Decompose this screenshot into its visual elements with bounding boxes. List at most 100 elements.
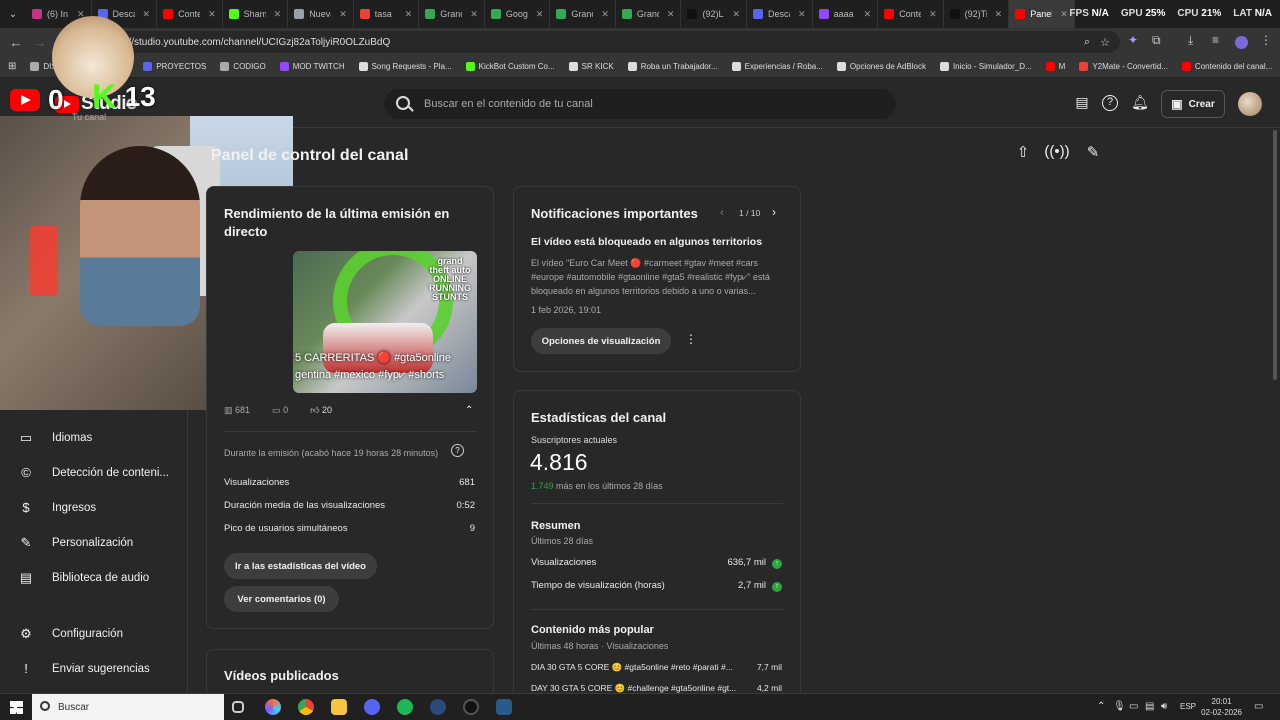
sidebar-item-3[interactable]: ✎ Personalización — [0, 526, 188, 560]
system-clock[interactable]: 20:01 02-02-2026 — [1201, 696, 1242, 718]
bookmark-item[interactable]: KickBot Custom Co... — [465, 62, 555, 71]
tab-close-icon[interactable]: ✕ — [274, 9, 282, 20]
create-button[interactable]: ▣ Crear — [1161, 90, 1225, 118]
url-bar[interactable]: ⚙ https://studio.youtube.com/channel/UCI… — [80, 31, 1120, 53]
bookmark-item[interactable]: SR KICK — [568, 62, 614, 71]
language-indicator[interactable]: ESP — [1180, 702, 1196, 711]
browser-tab[interactable]: aaaa ✕ — [813, 0, 879, 28]
steam-icon[interactable] — [430, 699, 446, 715]
sidebar-item-6[interactable]: ! Enviar sugerencias — [0, 652, 188, 686]
tab-close-icon[interactable]: ✕ — [995, 9, 1003, 20]
tab-close-icon[interactable]: ✕ — [208, 9, 216, 20]
browser-tab[interactable]: (92)Ti ✕ — [944, 0, 1010, 28]
bookmark-item[interactable]: Y2Mate - Convertid... — [1079, 62, 1168, 71]
bookmark-item[interactable]: Experiencias / Roba... — [731, 62, 823, 71]
extensions-icon[interactable]: ⧉ — [1152, 33, 1161, 48]
bookmark-item[interactable]: CODIGO — [220, 62, 266, 71]
task-view-icon[interactable] — [232, 701, 244, 713]
notifications-bell-icon[interactable]: 🔔︎ — [1131, 94, 1149, 112]
tab-close-icon[interactable]: ✕ — [601, 9, 609, 20]
bookmark-item[interactable]: Inicio - Simulador_D... — [939, 62, 1032, 71]
discord-icon[interactable] — [364, 699, 380, 715]
bookmark-item[interactable]: PROYECTOS — [143, 62, 206, 71]
browser-menu-icon[interactable]: ⋮ — [1260, 33, 1272, 47]
profile-icon[interactable] — [1235, 36, 1248, 49]
file-explorer-icon[interactable] — [331, 699, 347, 715]
prev-notification-button[interactable]: ‹ — [720, 205, 724, 219]
network-icon[interactable]: ▤ — [1145, 701, 1154, 712]
taskbar-search[interactable]: Buscar — [32, 694, 224, 720]
bookmark-item[interactable]: MOD TWITCH — [279, 62, 345, 71]
tab-close-icon[interactable]: ✕ — [405, 9, 413, 20]
sidebar-item-1[interactable]: © Detección de conteni... — [0, 456, 188, 490]
bookmark-item[interactable]: Roba un Trabajador... — [627, 62, 718, 71]
tab-close-icon[interactable]: ✕ — [1060, 9, 1068, 20]
browser-tab[interactable]: Grand ✕ — [616, 0, 682, 28]
bookmark-item[interactable]: Opciones de AdBlock — [836, 62, 926, 71]
browser-tab[interactable]: Grand ✕ — [550, 0, 616, 28]
tab-close-icon[interactable]: ✕ — [798, 9, 806, 20]
collapse-chevron-icon[interactable]: ⌃ — [465, 405, 473, 416]
info-help-icon[interactable]: ? — [451, 444, 464, 457]
channel-search-input[interactable]: Buscar en el contenido de tu canal — [384, 89, 896, 119]
browser-tab[interactable]: (92)Li ✕ — [681, 0, 748, 28]
chrome-icon[interactable] — [298, 699, 314, 715]
browser-tab[interactable]: Googl ✕ — [485, 0, 551, 28]
apps-grid-icon[interactable]: ⊞ — [8, 61, 16, 72]
app-icon[interactable] — [496, 699, 512, 715]
browser-tab[interactable]: Conte ✕ — [157, 0, 223, 28]
notification-center-icon[interactable]: ▭ — [1254, 701, 1263, 712]
copilot-icon[interactable] — [265, 699, 281, 715]
tab-close-icon[interactable]: ✕ — [732, 9, 740, 20]
sidebar-item-0[interactable]: ▭ Idiomas — [0, 421, 188, 455]
obs-icon[interactable] — [463, 699, 479, 715]
forward-button[interactable]: → — [28, 35, 52, 50]
bookmark-star-icon[interactable]: ☆ — [1100, 36, 1110, 49]
wifi-icon[interactable]: ▭ — [1129, 701, 1138, 712]
microphone-icon[interactable]: 🎙︎ — [1113, 701, 1126, 712]
next-notification-button[interactable]: › — [772, 205, 776, 219]
sidebar-item-4[interactable]: ▤ Biblioteca de audio — [0, 561, 188, 595]
help-icon[interactable]: ? — [1102, 95, 1118, 111]
tab-close-icon[interactable]: ✕ — [536, 9, 544, 20]
tab-close-icon[interactable]: ✕ — [339, 9, 347, 20]
captions-icon[interactable]: ▤ — [1073, 94, 1091, 112]
sidebar-item-5[interactable]: ⚙ Configuración — [0, 617, 188, 651]
download-icon[interactable]: ⤓ — [1188, 33, 1193, 48]
tab-search-button[interactable]: ⌄ — [0, 0, 26, 28]
browser-tab[interactable]: Conte ✕ — [878, 0, 944, 28]
view-comments-button[interactable]: Ver comentarios (0) — [224, 586, 339, 612]
zoom-icon[interactable]: ⌕ — [1084, 36, 1090, 49]
bookmark-item[interactable]: Contenido del canal... — [1181, 62, 1272, 71]
browser-tab[interactable]: Desca ✕ — [747, 0, 813, 28]
popular-row[interactable]: DIA 30 GTA 5 CORE 😊 #gta5online #reto #p… — [531, 662, 782, 673]
more-options-icon[interactable]: ⋮ — [685, 332, 697, 346]
video-stats-button[interactable]: Ir a las estadísticas del vídeo — [224, 553, 377, 579]
spotify-icon[interactable] — [397, 699, 413, 715]
extension-icon[interactable]: ✦ — [1128, 33, 1138, 47]
media-icon[interactable]: ≡ — [1212, 33, 1219, 47]
browser-tab[interactable]: Sham ✕ — [223, 0, 289, 28]
tray-chevron-icon[interactable]: ⌃ — [1097, 701, 1105, 712]
windows-start-icon[interactable] — [10, 701, 23, 714]
upload-icon[interactable]: ⇧ — [1010, 143, 1036, 163]
browser-tab[interactable]: Grand ✕ — [419, 0, 485, 28]
tab-close-icon[interactable]: ✕ — [470, 9, 478, 20]
tab-close-icon[interactable]: ✕ — [667, 9, 675, 20]
bookmark-item[interactable]: Song Requests - Pla... — [358, 62, 452, 71]
bookmark-item[interactable]: M — [1045, 62, 1065, 71]
tab-close-icon[interactable]: ✕ — [864, 9, 872, 20]
page-scrollbar[interactable] — [1273, 130, 1277, 380]
browser-tab[interactable]: Nueva ✕ — [288, 0, 354, 28]
sidebar-item-2[interactable]: $ Ingresos — [0, 491, 188, 525]
back-button[interactable]: ← — [4, 35, 28, 50]
go-live-icon[interactable]: ((•)) — [1044, 143, 1070, 163]
browser-tab[interactable]: tasa ✕ — [354, 0, 420, 28]
tab-close-icon[interactable]: ✕ — [143, 9, 151, 20]
visibility-options-button[interactable]: Opciones de visualización — [531, 328, 671, 354]
browser-tab[interactable]: Panel ✕ — [1009, 0, 1075, 28]
create-post-icon[interactable]: ✎ — [1080, 143, 1106, 163]
tab-close-icon[interactable]: ✕ — [929, 9, 937, 20]
volume-icon[interactable]: 🔊︎ — [1161, 701, 1167, 712]
avatar[interactable] — [1238, 92, 1262, 116]
